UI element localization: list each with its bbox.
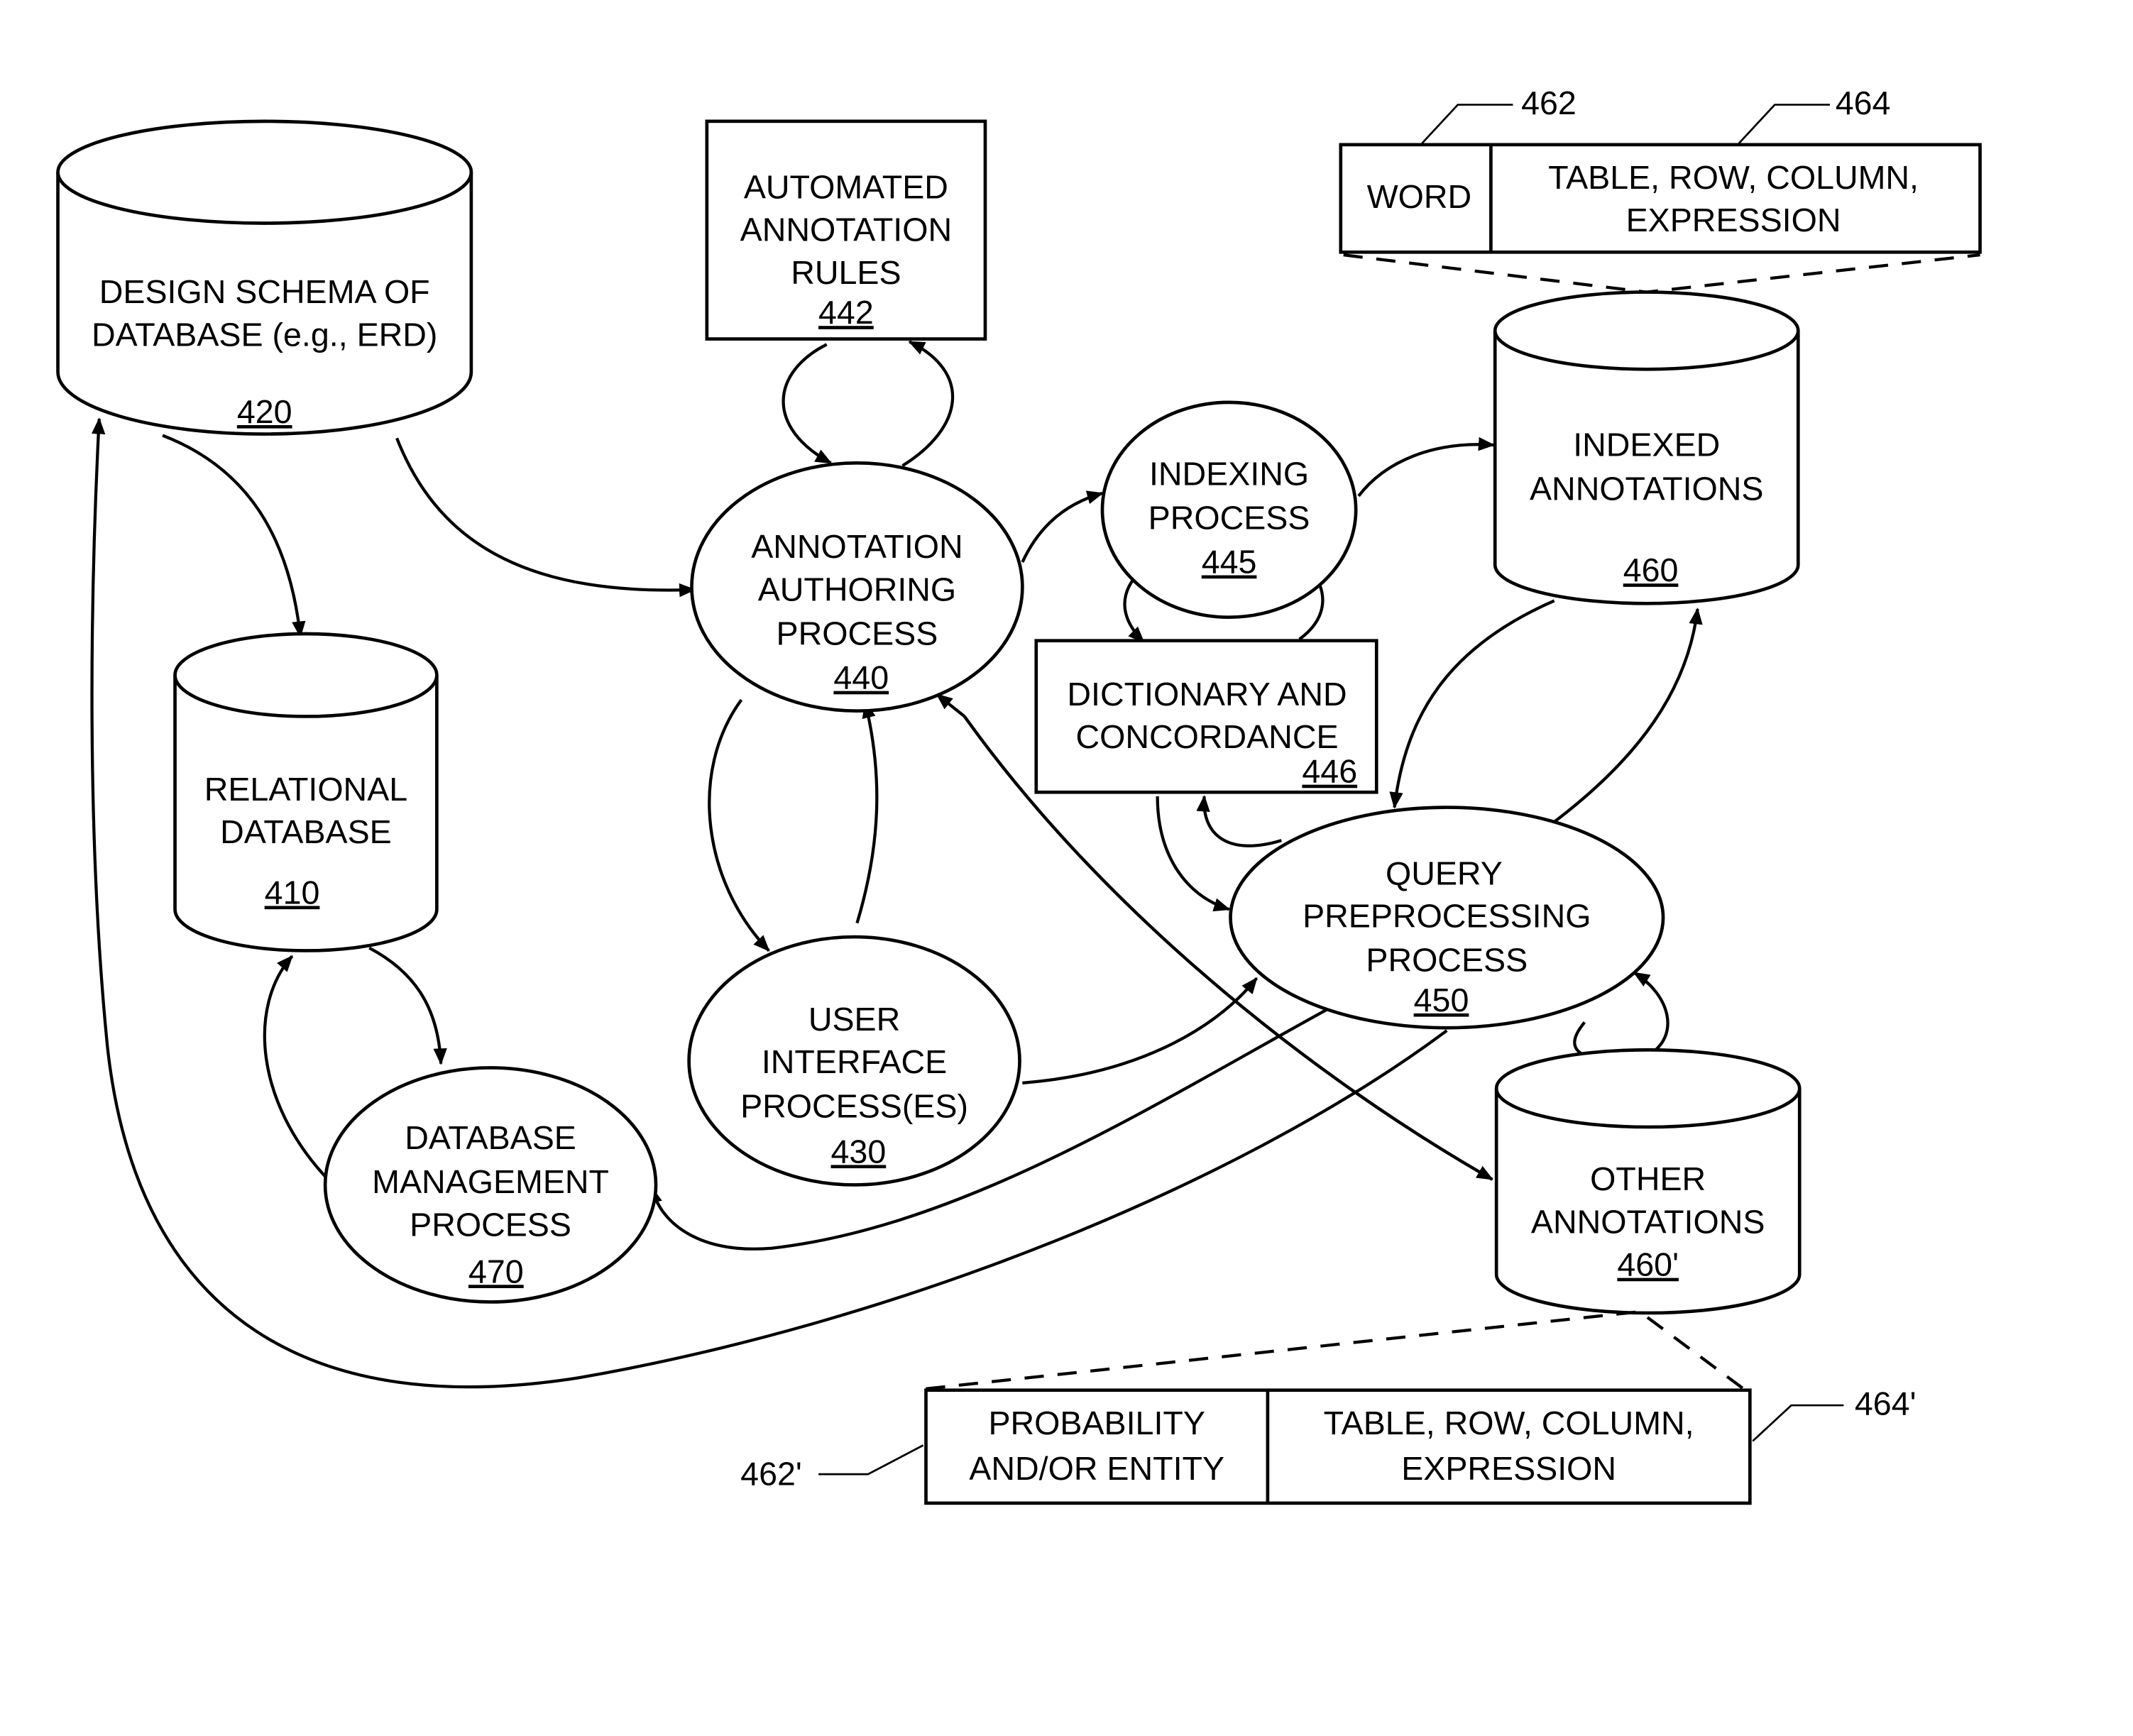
record-top-dashed-connector [1343,253,1980,294]
node-indexed-annotations-460[interactable]: INDEXED ANNOTATIONS 460 [1493,290,1800,605]
node-annotation-authoring-440[interactable]: ANNOTATION AUTHORING PROCESS 440 [690,461,1024,713]
record-bottom: PROBABILITY AND/OR ENTITY TABLE, ROW, CO… [740,1309,1917,1505]
record-bottom-cell-location: EXPRESSION [1401,1450,1616,1487]
node-label-line: PROCESS [777,615,938,652]
node-user-interface-430[interactable]: USER INTERFACE PROCESS(ES) 430 [687,935,1021,1187]
callout-464: 464 [1836,84,1891,121]
node-other-annotations-460p[interactable]: OTHER ANNOTATIONS 460' [1494,1048,1802,1315]
edge-410-to-470 [368,946,447,1065]
node-ref-number: 420 [237,393,292,430]
node-label-line: PREPROCESSING [1303,897,1591,934]
edge-420-to-410 [162,434,306,638]
node-label-line: PROCESS [410,1206,571,1243]
node-label-line: PROCESS [1148,499,1310,536]
edge-442-to-440 [782,343,833,465]
node-ref-number: 460' [1617,1246,1679,1283]
callout-462: 462 [1521,84,1577,121]
node-ref-number: 445 [1202,544,1257,581]
record-top-cell-location: TABLE, ROW, COLUMN, [1548,159,1919,196]
edge-460-to-450 [1389,599,1555,809]
record-top-cell-location: EXPRESSION [1626,202,1841,238]
node-design-schema-420[interactable]: DESIGN SCHEMA OF DATABASE (e.g., ERD) 42… [56,119,473,436]
edge-445-to-460 [1357,436,1496,498]
edge-440-to-430 [708,698,770,952]
node-indexing-process-445[interactable]: INDEXING PROCESS 445 [1100,400,1358,620]
node-label-line: PROCESS(ES) [740,1087,968,1124]
node-label-line: INDEXED [1573,427,1720,463]
callout-464p: 464' [1855,1385,1917,1422]
edge-450-to-460 [1550,608,1703,825]
node-ref-number: 450 [1414,982,1469,1018]
edge-460p-to-440-head [936,693,966,718]
node-label-line: ANNOTATIONS [1531,1203,1765,1240]
node-label-line: ANNOTATION [751,528,963,565]
callout-leader-464 [1738,104,1830,144]
callout-leader-462p [818,1444,924,1476]
edge-470-to-410 [263,955,329,1181]
node-ref-number: 440 [833,659,889,696]
node-ref-number: 442 [818,294,874,331]
node-dictionary-concordance-446[interactable]: DICTIONARY AND CONCORDANCE 446 [1034,639,1378,794]
node-automated-rules-442[interactable]: AUTOMATED ANNOTATION RULES 442 [705,119,987,341]
node-ref-number: 460 [1623,551,1679,588]
node-label-line: INTERFACE [762,1043,947,1080]
record-bottom-cell-probability: PROBABILITY [988,1405,1205,1441]
node-label-line: CONCORDANCE [1075,718,1338,755]
diagram-canvas: DESIGN SCHEMA OF DATABASE (e.g., ERD) 42… [56,84,1982,1505]
node-ref-number: 470 [468,1253,524,1290]
record-bottom-cell-location: TABLE, ROW, COLUMN, [1324,1405,1694,1441]
node-label-line: ANNOTATION [740,211,952,248]
edge-440-to-445 [1021,490,1104,563]
edge-420-to-440 [395,437,696,598]
node-label-line: RELATIONAL [204,771,407,808]
node-database-management-470[interactable]: DATABASE MANAGEMENT PROCESS 470 [323,1066,658,1304]
node-label-line: DATABASE (e.g., ERD) [92,316,437,353]
edge-460p-to-450 [1633,971,1669,1057]
node-label-line: OTHER [1590,1160,1706,1197]
record-top: WORD TABLE, ROW, COLUMN, EXPRESSION 462 … [1339,84,1982,294]
edge-430-to-440 [855,701,879,924]
node-query-preprocessing-450[interactable]: QUERY PREPROCESSING PROCESS 450 [1229,806,1665,1030]
callout-leader-464p [1752,1404,1844,1442]
edge-446-to-450 [1156,796,1231,912]
callout-462p: 462' [740,1456,802,1493]
node-ref-number: 446 [1302,753,1357,790]
node-label-line: DATABASE [405,1119,576,1156]
node-label-line: QUERY [1386,855,1503,891]
node-relational-database-410[interactable]: RELATIONAL DATABASE 410 [173,632,439,952]
node-label-line: MANAGEMENT [372,1163,609,1200]
edge-450-to-446 [1196,795,1282,847]
node-label-line: AUTHORING [758,571,956,608]
node-label-line: DICTIONARY AND [1067,676,1347,713]
record-top-cell-word: WORD [1367,178,1471,215]
record-bottom-cell-probability: AND/OR ENTITY [969,1450,1224,1487]
node-label-line: INDEXING [1149,455,1309,492]
node-label-line: DATABASE [220,813,392,850]
node-label-line: AUTOMATED [744,169,948,206]
node-ref-number: 430 [831,1133,887,1170]
callout-leader-462 [1421,104,1513,144]
node-label-line: PROCESS [1366,942,1528,979]
node-label-line: RULES [791,254,901,291]
node-label-line: ANNOTATIONS [1530,471,1764,507]
record-bottom-dashed-connector [926,1309,1748,1393]
node-label-line: USER [808,1001,900,1038]
edge-440-to-442 [901,340,955,467]
node-label-line: DESIGN SCHEMA OF [99,273,430,310]
node-ref-number: 410 [265,874,320,911]
